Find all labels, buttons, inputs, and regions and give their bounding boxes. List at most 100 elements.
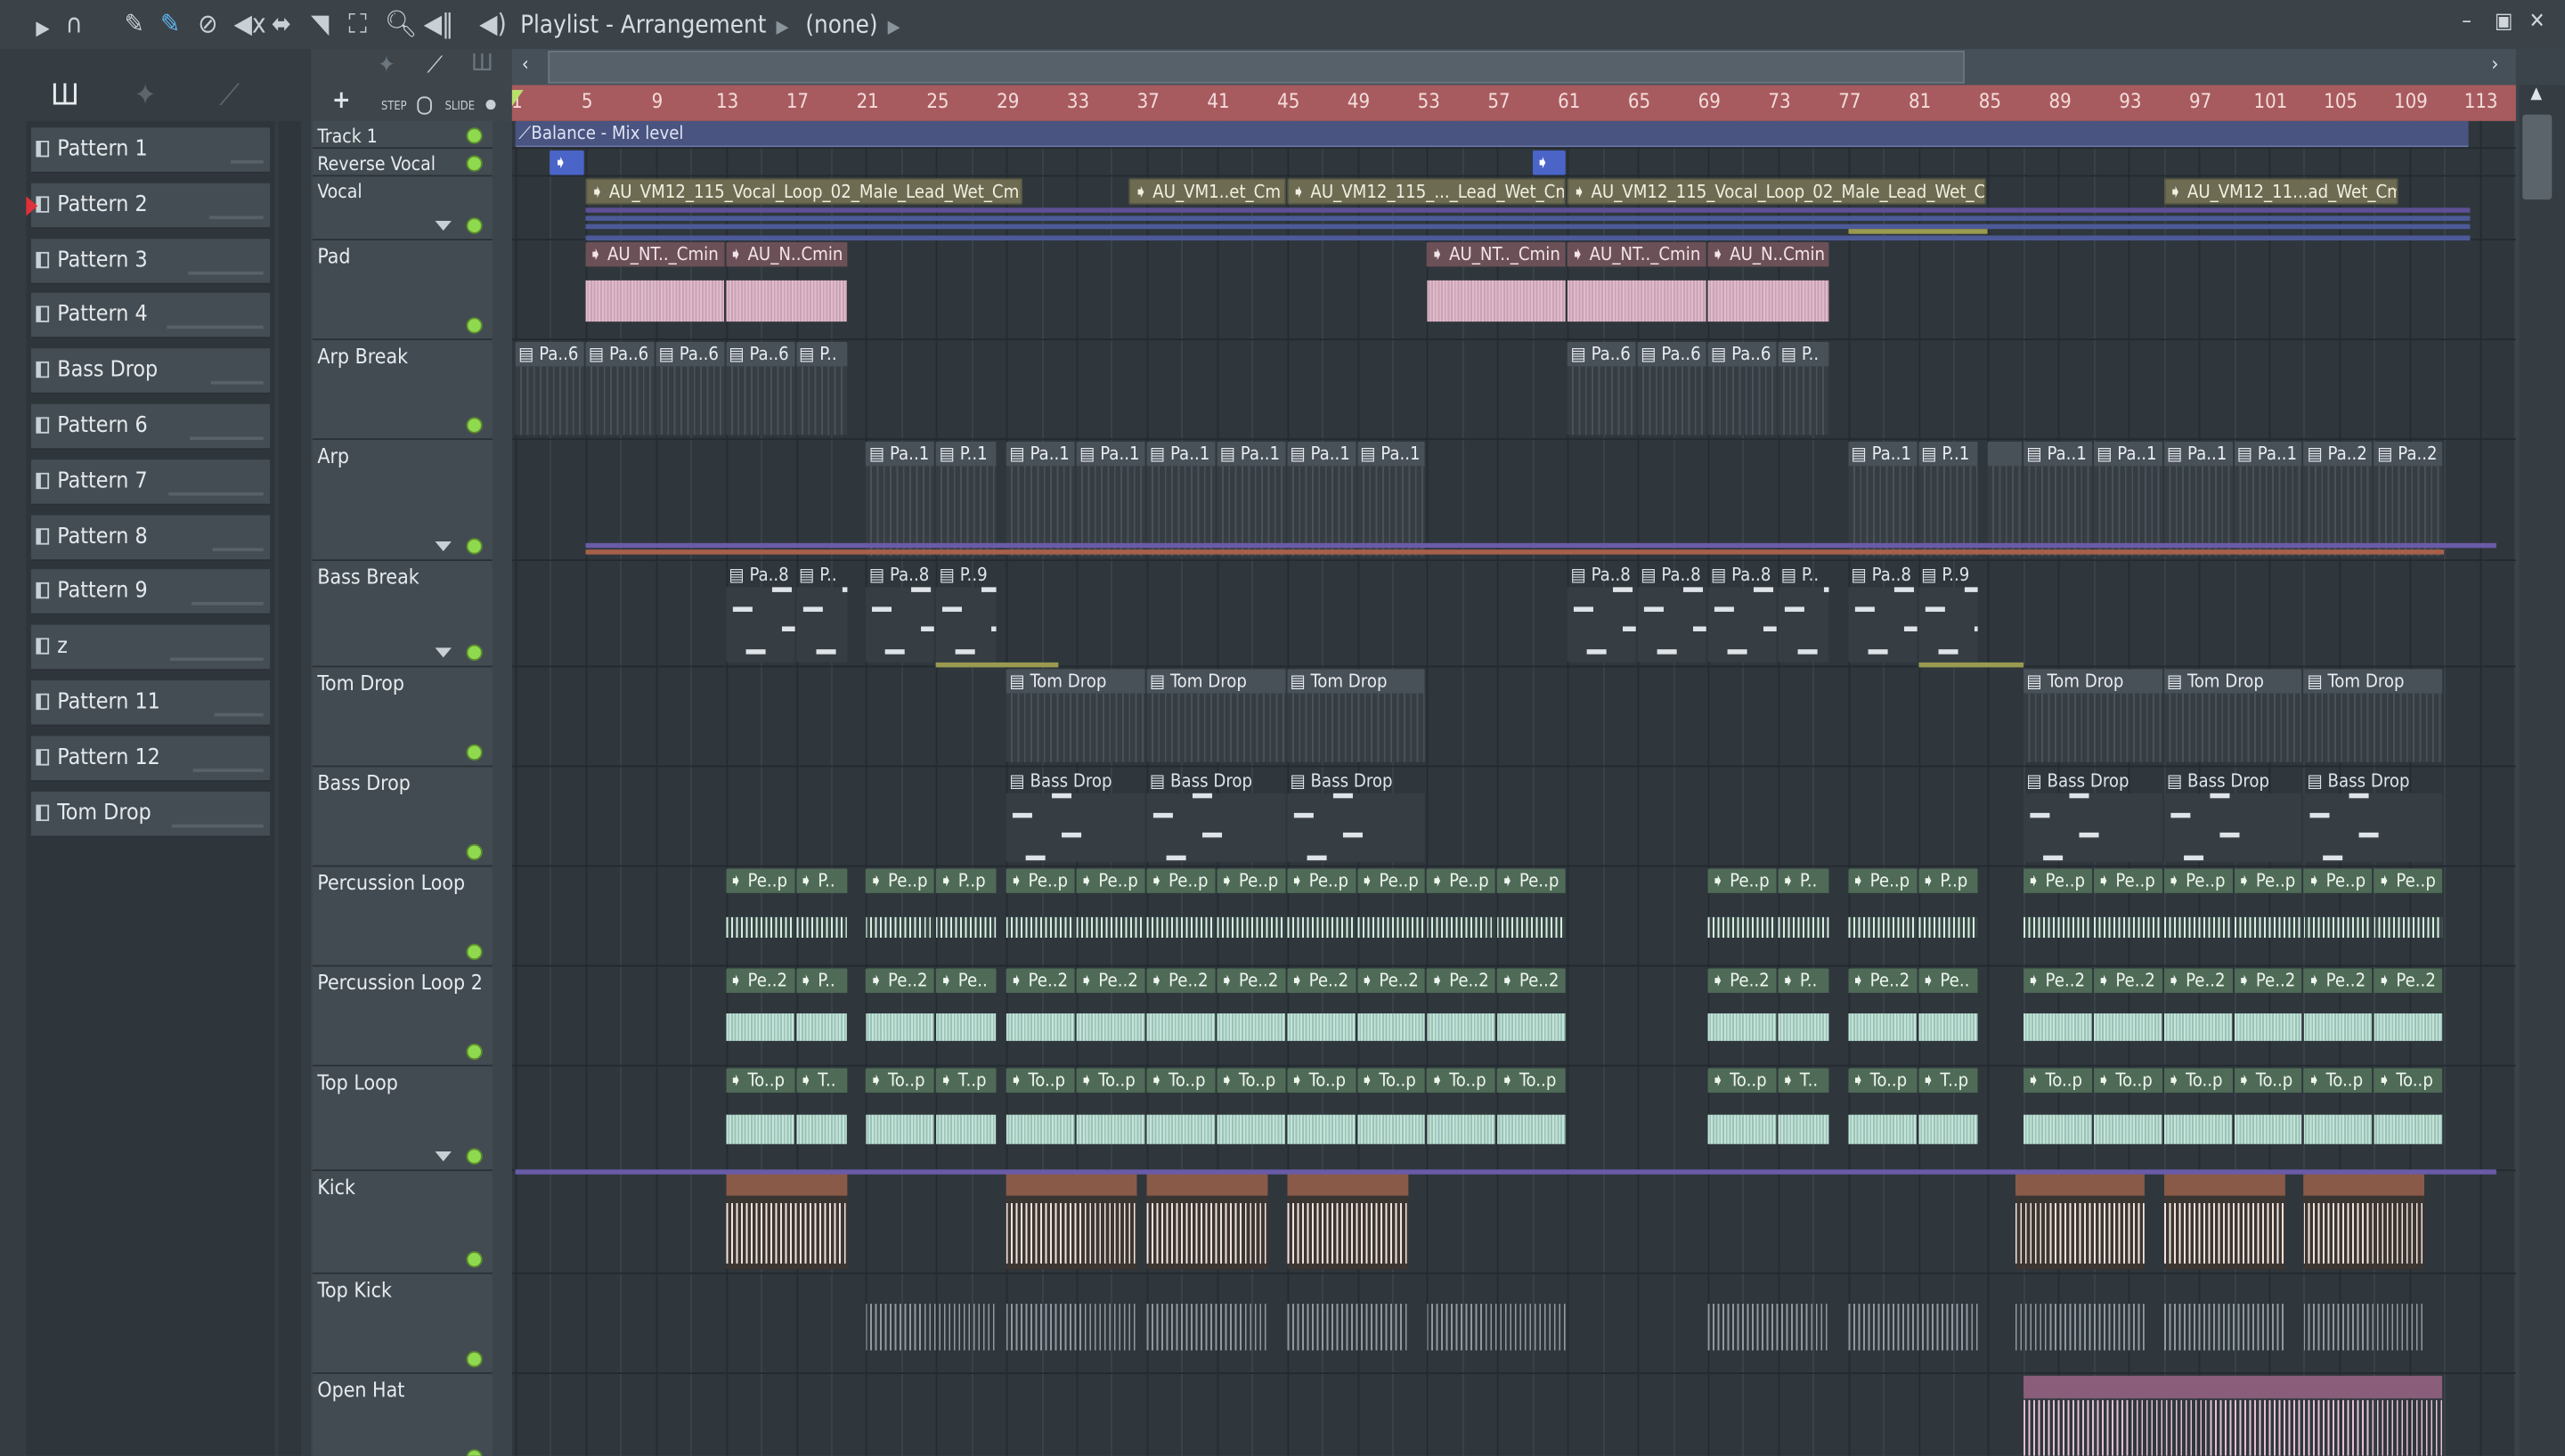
clip[interactable]: ▤ Pa..1 xyxy=(2093,441,2162,557)
track-lane[interactable]: ➧ ➧ xyxy=(511,149,2516,177)
clip[interactable] xyxy=(2163,1276,2285,1370)
clip[interactable]: ➧ To..p xyxy=(2093,1068,2162,1166)
track-lane[interactable]: ▤ Tom Drop ▤ Tom Drop ▤ Tom Drop ▤ Tom Drop… xyxy=(511,667,2516,768)
clip[interactable] xyxy=(2015,1172,2145,1270)
track-header[interactable]: Tom Drop xyxy=(312,667,493,768)
pattern-item[interactable]: Pattern 6 xyxy=(30,403,271,451)
clip[interactable]: ➧ Pe..2 xyxy=(2234,968,2303,1061)
clip[interactable] xyxy=(1146,1276,1268,1370)
track-dropdown-icon[interactable] xyxy=(435,541,452,551)
clip[interactable]: ▤ Pa..1 xyxy=(1006,441,1075,557)
pattern-item[interactable]: Pattern 9 xyxy=(30,569,271,616)
clip[interactable] xyxy=(1427,1276,1567,1370)
clip[interactable]: ⟋Balance - Mix level xyxy=(515,120,2470,148)
speaker-icon[interactable]: ◀) xyxy=(479,9,507,39)
select-icon[interactable]: ⛶ xyxy=(348,9,367,39)
clip[interactable]: ➧ Pe..p xyxy=(1006,868,1075,962)
clip[interactable]: ▤ P..9 xyxy=(936,563,997,663)
clip[interactable]: ▤ Pa..2 xyxy=(2374,441,2443,557)
clip[interactable]: ➧ Pe..2 xyxy=(866,968,935,1061)
clip[interactable]: ➧ AU_NT.._Cmin xyxy=(585,241,724,336)
clip[interactable]: ▤ P.. xyxy=(1778,341,1829,435)
track-header[interactable]: Track 1 xyxy=(312,120,493,150)
clip[interactable] xyxy=(2163,1172,2285,1270)
scroll-right-icon[interactable]: › xyxy=(2491,53,2498,76)
clip[interactable]: ▤ Pa..1 xyxy=(1076,441,1145,557)
pattern-item[interactable]: Pattern 8 xyxy=(30,514,271,561)
clip[interactable]: ▤ Pa..8 xyxy=(866,563,935,663)
track-mute-led[interactable] xyxy=(466,217,483,234)
clip[interactable]: ➧ To..p xyxy=(1707,1068,1777,1166)
clip[interactable]: ➧ To..p xyxy=(1217,1068,1286,1166)
clip[interactable]: ➧ Pe..2 xyxy=(1217,968,1286,1061)
pattern-item[interactable]: Pattern 3 xyxy=(30,238,271,284)
clip[interactable]: ▤ Pa..1 xyxy=(2023,441,2092,557)
clip[interactable]: ▤ Tom Drop xyxy=(1146,669,1286,762)
menu-arrow-icon[interactable]: ▶ xyxy=(36,13,49,43)
clip[interactable]: ➧ AU_VM12_11...ad_Wet_Cm xyxy=(2163,178,2399,205)
track-lane[interactable]: ▤ Pa..6 ▤ Pa..6 ▤ Pa..6 ▤ Pa..6 ▤ P.. ▤ Pa..6… xyxy=(511,340,2516,441)
clip[interactable]: ➧ Pe..p xyxy=(1497,868,1567,962)
clip[interactable]: ➧ Pe..p xyxy=(1146,868,1216,962)
clip[interactable] xyxy=(2015,1276,2145,1370)
clip[interactable]: ➧ AU_VM1..et_Cm xyxy=(1128,178,1286,205)
clip[interactable] xyxy=(866,1276,997,1370)
timeline-ruler[interactable]: 1 5 9 13 17 21 25 29 33 37 41 45 49 53 57 61 65 69 73 77 81 8… xyxy=(511,85,2516,121)
track-header[interactable]: Vocal xyxy=(312,176,493,240)
pattern-item[interactable]: z xyxy=(30,624,271,671)
pattern-item[interactable]: Tom Drop xyxy=(30,791,271,837)
clip[interactable]: ▤ P..1 xyxy=(936,441,997,557)
clip[interactable]: ➧ AU_NT.._Cmin xyxy=(1427,241,1567,336)
track-dropdown-icon[interactable] xyxy=(435,1151,452,1162)
clip[interactable]: ▤ Pa..1 xyxy=(866,441,935,557)
clip[interactable] xyxy=(2303,1172,2425,1270)
audio-wave-icon[interactable]: ✦ xyxy=(134,78,157,113)
clip[interactable]: ▤ Pa..1 xyxy=(2163,441,2233,557)
clip[interactable]: ▤ Pa..2 xyxy=(2303,441,2373,557)
clip[interactable]: ➧ To..p xyxy=(1497,1068,1567,1166)
clip[interactable]: ▤ Bass Drop xyxy=(1006,769,1145,862)
clip[interactable]: ▤ P..1 xyxy=(1918,441,1978,557)
clip[interactable] xyxy=(1286,1172,1408,1270)
track-header[interactable]: Bass Break xyxy=(312,560,493,668)
clip[interactable]: ▤ Pa..6 xyxy=(1707,341,1777,435)
add-track-button[interactable]: + xyxy=(332,85,351,115)
clip[interactable]: ▤ Pa..8 xyxy=(725,563,794,663)
track-mute-led[interactable] xyxy=(466,1251,483,1268)
track-lane[interactable]: ▤ Bass Drop ▤ Bass Drop ▤ Bass Drop ▤ Bass … xyxy=(511,767,2516,867)
track-header[interactable]: Top Loop xyxy=(312,1066,493,1172)
track-mute-led[interactable] xyxy=(466,127,483,144)
pencil-icon[interactable]: ✎ xyxy=(125,9,144,39)
clip[interactable]: ▤ Pa..6 xyxy=(515,341,584,435)
track-lane[interactable] xyxy=(511,1171,2516,1274)
track-header[interactable]: Open Hat xyxy=(312,1373,493,1456)
pattern-item[interactable]: Pattern 12 xyxy=(30,736,271,782)
pattern-selector[interactable]: (none) xyxy=(805,10,877,39)
clip[interactable] xyxy=(1006,1276,1136,1370)
track-lane[interactable] xyxy=(511,1274,2516,1374)
track-dropdown-icon[interactable] xyxy=(435,220,452,231)
clip[interactable]: ▤ Pa..6 xyxy=(1567,341,1636,435)
vertical-scrollbar[interactable]: ▲ xyxy=(2519,85,2565,1456)
clip[interactable]: ➧ Pe..2 xyxy=(2374,968,2443,1061)
clip[interactable]: ➧ To..p xyxy=(1286,1068,1356,1166)
clip[interactable]: ➧ To..p xyxy=(866,1068,935,1166)
clip[interactable]: ➧ P.. xyxy=(1778,968,1829,1061)
piano-roll-icon[interactable]: Ш xyxy=(471,51,493,77)
clip[interactable]: ➧ Pe..p xyxy=(1356,868,1426,962)
clip[interactable]: ➧ Pe.. xyxy=(1918,968,1978,1061)
clip[interactable]: ▤ Pa..1 xyxy=(2234,441,2303,557)
track-mute-led[interactable] xyxy=(466,1351,483,1368)
clip[interactable] xyxy=(1988,441,2023,557)
track-mute-led[interactable] xyxy=(466,644,483,662)
pattern-item[interactable]: Pattern 7 xyxy=(30,459,271,506)
track-header[interactable]: Percussion Loop xyxy=(312,866,493,967)
clip[interactable]: ➧ Pe..2 xyxy=(1847,968,1917,1061)
pattern-item[interactable]: Pattern 11 xyxy=(30,680,271,727)
clip[interactable] xyxy=(1847,1276,1978,1370)
clip[interactable]: ➧ To..p xyxy=(1146,1068,1216,1166)
clip[interactable]: ➧ Pe..p xyxy=(2023,868,2092,962)
track-mute-led[interactable] xyxy=(466,1148,483,1165)
clip[interactable] xyxy=(2303,1276,2425,1370)
clip[interactable]: ➧ Pe..2 xyxy=(1006,968,1075,1061)
